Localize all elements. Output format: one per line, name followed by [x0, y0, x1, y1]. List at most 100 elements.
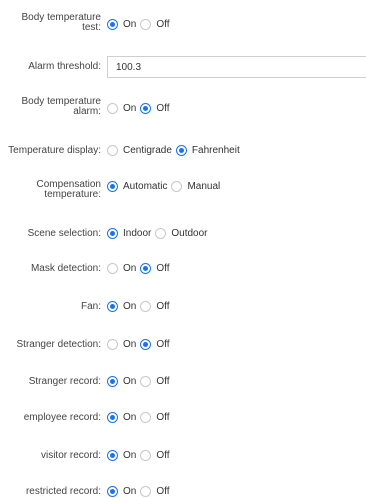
radio-checked-icon[interactable] — [107, 228, 118, 239]
employee-record-on-option[interactable]: On — [107, 412, 136, 423]
compensation-automatic-option[interactable]: Automatic — [107, 181, 167, 192]
radio-icon[interactable] — [140, 412, 152, 423]
restricted-record-on-option[interactable]: On — [107, 486, 136, 497]
radio-checked-icon[interactable] — [107, 376, 118, 387]
alarm-threshold-input[interactable] — [107, 56, 366, 78]
compensation-temperature-label: Compensation temperature: — [37, 180, 101, 200]
radio-checked-icon[interactable] — [107, 181, 118, 192]
compensation-temperature-label-line2: temperature: — [44, 189, 101, 200]
compensation-manual-option[interactable]: Manual — [171, 181, 220, 192]
stranger-record-radio-group: On Off — [107, 376, 174, 387]
fan-label: Fan: — [80, 301, 101, 312]
scene-selection-radio-group: Indoor Outdoor — [107, 228, 212, 239]
visitor-record-on-option[interactable]: On — [107, 450, 136, 461]
option-label: On — [123, 103, 137, 114]
radio-checked-icon[interactable] — [107, 19, 118, 30]
stranger-detection-on-option[interactable]: On — [107, 339, 136, 350]
scene-indoor-option[interactable]: Indoor — [107, 228, 151, 239]
radio-icon[interactable] — [107, 103, 118, 114]
body-temperature-alarm-on-option[interactable]: On — [107, 103, 136, 114]
option-label: Off — [156, 103, 170, 114]
restricted-record-label: restricted record: — [25, 486, 101, 497]
stranger-record-off-option[interactable]: Off — [140, 376, 170, 387]
restricted-record-radio-group: On Off — [107, 486, 174, 497]
option-label: Off — [156, 19, 170, 30]
scene-outdoor-option[interactable]: Outdoor — [155, 228, 208, 239]
mask-detection-on-option[interactable]: On — [107, 263, 136, 274]
radio-icon[interactable] — [107, 145, 118, 156]
radio-icon[interactable] — [107, 339, 118, 350]
visitor-record-label: visitor record: — [40, 450, 101, 461]
fan-on-option[interactable]: On — [107, 301, 136, 312]
radio-icon[interactable] — [107, 263, 118, 274]
row-stranger-record: Stranger record: On Off — [0, 376, 366, 388]
radio-checked-icon[interactable] — [107, 412, 118, 423]
body-temperature-alarm-radio-group: On Off — [107, 103, 174, 114]
body-temperature-alarm-off-option[interactable]: Off — [140, 103, 170, 114]
radio-icon[interactable] — [155, 228, 167, 239]
radio-checked-icon[interactable] — [107, 486, 118, 497]
mask-detection-radio-group: On Off — [107, 263, 174, 274]
radio-checked-icon[interactable] — [107, 450, 118, 461]
row-alarm-threshold: Alarm threshold: — [0, 56, 366, 78]
radio-checked-icon[interactable] — [175, 145, 187, 156]
option-label: Fahrenheit — [191, 145, 240, 156]
radio-checked-icon[interactable] — [140, 263, 152, 274]
radio-icon[interactable] — [140, 486, 152, 497]
option-label: Outdoor — [171, 228, 208, 239]
temperature-display-radio-group: Centigrade Fahrenheit — [107, 145, 244, 156]
stranger-detection-label: Stranger detection: — [16, 339, 102, 350]
option-label: Centigrade — [123, 145, 172, 156]
body-temperature-test-radio-group: On Off — [107, 19, 174, 30]
body-temperature-test-label: Body temperature test: — [22, 13, 102, 33]
radio-icon[interactable] — [140, 19, 152, 30]
option-label: Off — [156, 263, 170, 274]
body-temperature-test-on-option[interactable]: On — [107, 19, 136, 30]
radio-icon[interactable] — [171, 181, 183, 192]
employee-record-off-option[interactable]: Off — [140, 412, 170, 423]
row-mask-detection: Mask detection: On Off — [0, 263, 366, 275]
fan-off-option[interactable]: Off — [140, 301, 170, 312]
visitor-record-radio-group: On Off — [107, 450, 174, 461]
mask-detection-off-option[interactable]: Off — [140, 263, 170, 274]
option-label: Off — [156, 339, 170, 350]
row-body-temperature-test: Body temperature test: On Off — [0, 13, 366, 35]
row-body-temperature-alarm: Body temperature alarm: On Off — [0, 97, 366, 119]
stranger-record-on-option[interactable]: On — [107, 376, 136, 387]
compensation-temperature-radio-group: Automatic Manual — [107, 181, 224, 192]
body-temperature-alarm-label: Body temperature alarm: — [22, 97, 102, 117]
visitor-record-off-option[interactable]: Off — [140, 450, 170, 461]
body-temperature-test-label-line2: test: — [82, 22, 101, 33]
scene-selection-label: Scene selection: — [27, 228, 101, 239]
row-restricted-record: restricted record: On Off — [0, 486, 366, 498]
option-label: On — [123, 263, 137, 274]
row-visitor-record: visitor record: On Off — [0, 450, 366, 462]
option-label: On — [123, 19, 137, 30]
body-temperature-alarm-label-line2: alarm: — [73, 106, 101, 117]
employee-record-label: employee record: — [23, 412, 101, 423]
option-label: On — [123, 376, 137, 387]
stranger-detection-radio-group: On Off — [107, 339, 174, 350]
option-label: Manual — [187, 181, 221, 192]
stranger-detection-off-option[interactable]: Off — [140, 339, 170, 350]
option-label: On — [123, 339, 137, 350]
radio-icon[interactable] — [140, 376, 152, 387]
restricted-record-off-option[interactable]: Off — [140, 486, 170, 497]
radio-checked-icon[interactable] — [140, 103, 152, 114]
row-scene-selection: Scene selection: Indoor Outdoor — [0, 228, 366, 240]
radio-checked-icon[interactable] — [107, 301, 118, 312]
option-label: Off — [156, 412, 170, 423]
temperature-display-centigrade-option[interactable]: Centigrade — [107, 145, 172, 156]
temperature-display-fahrenheit-option[interactable]: Fahrenheit — [175, 145, 240, 156]
temperature-display-label: Temperature display: — [8, 145, 101, 156]
mask-detection-label: Mask detection: — [30, 263, 101, 274]
alarm-threshold-label: Alarm threshold: — [28, 61, 101, 72]
body-temperature-test-off-option[interactable]: Off — [140, 19, 170, 30]
option-label: On — [123, 301, 137, 312]
radio-icon[interactable] — [140, 301, 152, 312]
radio-icon[interactable] — [140, 450, 152, 461]
option-label: On — [123, 486, 137, 497]
row-stranger-detection: Stranger detection: On Off — [0, 339, 366, 351]
radio-checked-icon[interactable] — [140, 339, 152, 350]
option-label: Automatic — [123, 181, 168, 192]
